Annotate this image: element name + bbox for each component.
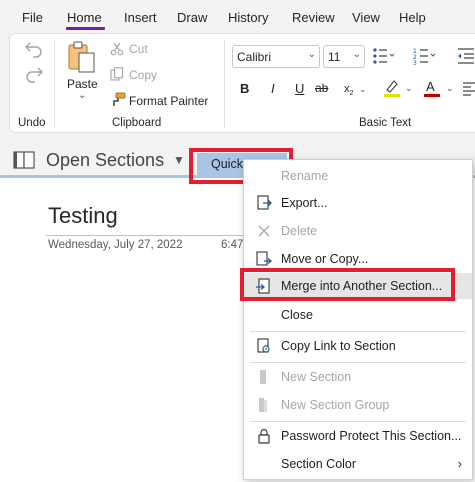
menu-item-delete[interactable]: Delete [244,218,472,244]
move-copy-icon [256,251,272,266]
page-time: 6:47 [221,239,244,251]
lock-icon [258,428,270,444]
chevron-down-icon: ⌄ [352,49,361,60]
svg-text:A: A [426,79,435,94]
undo-icon[interactable] [24,40,44,58]
active-tab-indicator [66,27,105,30]
section-context-menu: Rename Export... Delete Move or Copy... … [243,159,473,480]
menu-home[interactable]: Home [67,10,102,25]
font-name-combo[interactable]: Calibri ⌄ [232,45,320,68]
menu-separator [250,362,466,363]
copy-button[interactable]: Copy [129,68,157,82]
highlight-box-merge-item [240,268,455,301]
font-name-value: Calibri [237,50,272,64]
chevron-down-icon[interactable]: ⌄ [446,83,454,94]
bold-button[interactable]: B [240,81,249,96]
ribbon-separator [54,40,55,128]
strikethrough-button[interactable]: ab [315,81,328,95]
bullets-icon[interactable] [372,47,396,65]
ribbon-separator [224,40,225,128]
format-painter-button[interactable]: Format Painter [129,94,208,108]
ribbon: Undo Paste ⌄ Cut Copy Format Painter Cli… [9,33,475,133]
menu-item-close[interactable]: Close [244,302,472,328]
paste-dropdown-chevron-icon[interactable]: ⌄ [78,90,86,101]
font-size-value: 11 [328,50,341,64]
menu-item-rename[interactable]: Rename [244,163,472,189]
svg-text:3: 3 [413,60,417,65]
menu-draw[interactable]: Draw [177,10,207,25]
highlighter-icon[interactable] [382,78,402,98]
decrease-indent-icon[interactable] [456,47,475,65]
copy-link-icon [257,338,270,353]
open-sections-button[interactable]: Open Sections [46,150,164,171]
font-size-combo[interactable]: 11 ⌄ [323,45,365,68]
menu-item-export[interactable]: Export... [244,190,472,216]
menu-item-section-color[interactable]: Section Color › [244,451,472,477]
menu-review[interactable]: Review [292,10,335,25]
numbering-icon[interactable]: 1 2 3 [413,47,437,65]
chevron-down-icon: ⌄ [307,49,316,60]
open-sections-dropdown-icon[interactable]: ▼ [173,153,185,167]
notebook-icon[interactable] [13,151,37,169]
cut-icon[interactable] [110,42,124,56]
align-icon[interactable] [461,80,475,96]
menu-item-new-section[interactable]: New Section [244,364,472,390]
page-date: Wednesday, July 27, 2022 [48,239,183,251]
menu-view[interactable]: View [352,10,380,25]
clipboard-group-label: Clipboard [112,117,162,129]
menu-item-new-section-group[interactable]: New Section Group [244,392,472,418]
page-title-rule [46,235,246,236]
basic-text-group-label: Basic Text [359,117,412,129]
menu-help[interactable]: Help [399,10,426,25]
font-color-icon[interactable]: A [422,78,442,98]
menu-separator [250,421,466,422]
paste-button[interactable]: Paste [67,77,98,91]
new-section-group-icon [259,398,267,412]
menu-item-password-protect[interactable]: Password Protect This Section... [244,423,472,449]
menu-history[interactable]: History [228,10,268,25]
undo-group-label: Undo [18,117,46,129]
menu-insert[interactable]: Insert [124,10,157,25]
export-icon [257,195,272,210]
menu-file[interactable]: File [22,10,43,25]
menu-item-copy-link-to-section[interactable]: Copy Link to Section [244,333,472,359]
copy-icon[interactable] [110,67,124,81]
menu-bar: File Home Insert Draw History Review Vie… [0,0,475,32]
page-title[interactable]: Testing [48,203,118,229]
menu-separator [250,331,466,332]
paste-icon[interactable] [66,40,98,74]
delete-icon [258,225,270,237]
subscript-button[interactable]: x2 [344,83,353,97]
chevron-down-icon[interactable]: ⌄ [359,84,367,95]
new-section-icon [260,370,266,384]
chevron-down-icon[interactable]: ⌄ [405,83,413,94]
redo-icon[interactable] [24,65,44,83]
italic-button[interactable]: I [271,81,275,96]
cut-button[interactable]: Cut [129,42,148,56]
format-painter-icon[interactable] [110,92,126,108]
chevron-right-icon: › [457,456,462,471]
underline-button[interactable]: U [295,81,304,96]
